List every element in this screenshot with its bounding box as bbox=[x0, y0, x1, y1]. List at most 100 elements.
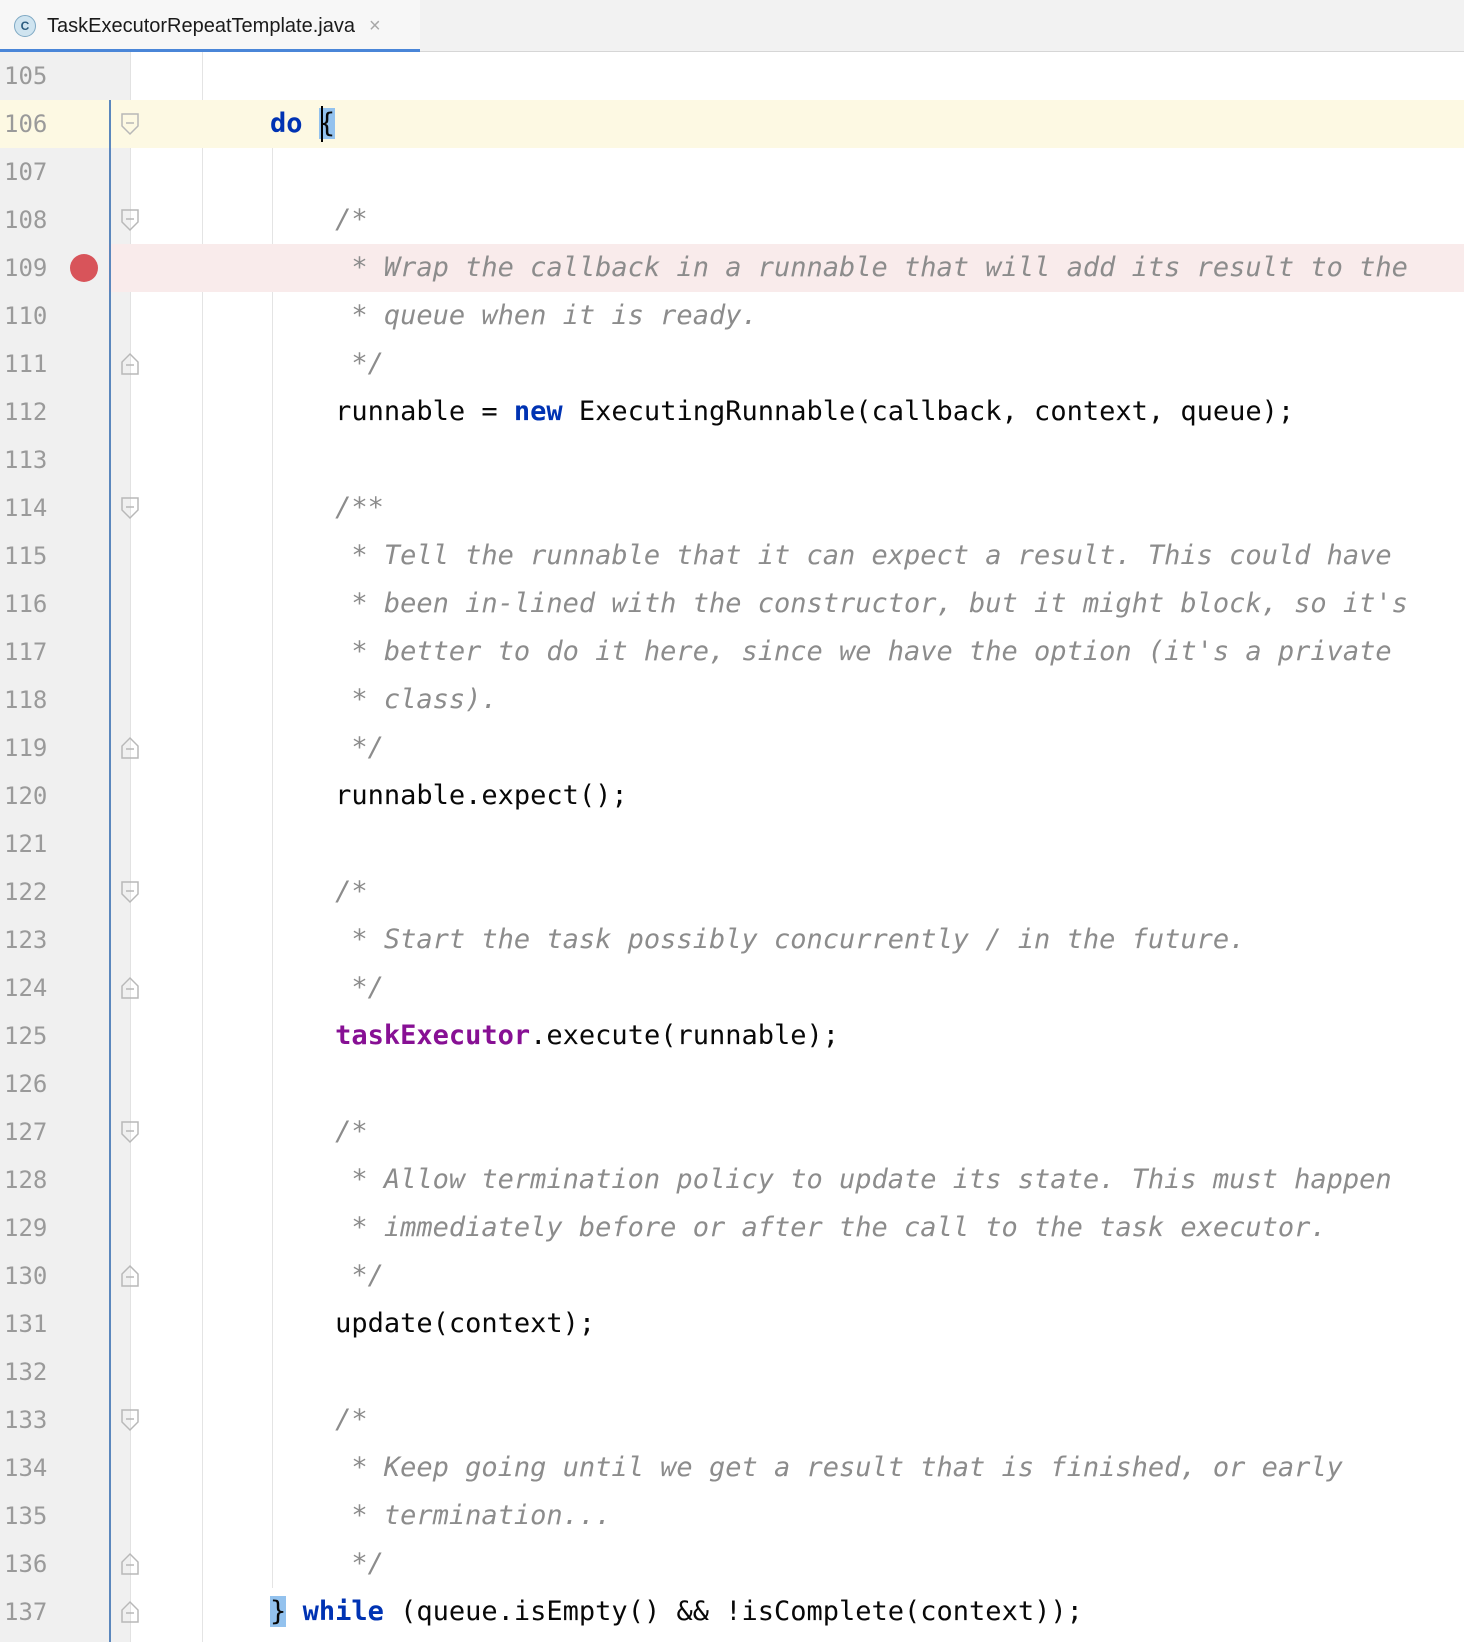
code-line[interactable]: 123 * Start the task possibly concurrent… bbox=[0, 916, 1464, 964]
code-line[interactable]: 113 bbox=[0, 436, 1464, 484]
comment-token: /* bbox=[335, 204, 368, 235]
fold-end-icon[interactable] bbox=[120, 351, 140, 377]
code-line[interactable]: 105 bbox=[0, 52, 1464, 100]
code-line[interactable]: 117 * better to do it here, since we hav… bbox=[0, 628, 1464, 676]
code-line[interactable]: 115 * Tell the runnable that it can expe… bbox=[0, 532, 1464, 580]
fold-end-icon[interactable] bbox=[120, 1599, 140, 1625]
code-line[interactable]: 109 * Wrap the callback in a runnable th… bbox=[0, 244, 1464, 292]
vcs-change-marker[interactable] bbox=[109, 100, 111, 1642]
fold-collapse-icon[interactable] bbox=[120, 1407, 140, 1433]
code-line[interactable]: 134 * Keep going until we get a result t… bbox=[0, 1444, 1464, 1492]
fold-collapse-icon[interactable] bbox=[120, 495, 140, 521]
code-line[interactable]: 130 */ bbox=[0, 1252, 1464, 1300]
line-number: 134 bbox=[4, 1454, 48, 1482]
line-number: 135 bbox=[4, 1502, 48, 1530]
class-icon: C bbox=[14, 15, 36, 37]
code-line[interactable]: 106 do { bbox=[0, 100, 1464, 148]
code-line[interactable]: 120 runnable.expect(); bbox=[0, 772, 1464, 820]
code-line[interactable]: 107 bbox=[0, 148, 1464, 196]
code-text: } while (queue.isEmpty() && !isComplete(… bbox=[140, 1588, 1083, 1636]
keyword-token: do bbox=[270, 108, 303, 139]
fold-end-icon[interactable] bbox=[120, 735, 140, 761]
code-text: /* bbox=[140, 1396, 368, 1444]
fold-end-icon[interactable] bbox=[120, 1551, 140, 1577]
comment-token: * queue when it is ready. bbox=[351, 300, 758, 331]
comment-token: /** bbox=[335, 492, 384, 523]
code-line[interactable]: 125 taskExecutor.execute(runnable); bbox=[0, 1012, 1464, 1060]
code-line[interactable]: 111 */ bbox=[0, 340, 1464, 388]
code-line[interactable]: 127 /* bbox=[0, 1108, 1464, 1156]
code-text: * immediately before or after the call t… bbox=[140, 1204, 1326, 1252]
close-icon[interactable]: × bbox=[369, 16, 381, 36]
code-line[interactable]: 136 */ bbox=[0, 1540, 1464, 1588]
comment-token: * better to do it here, since we have th… bbox=[351, 636, 1392, 667]
code-line[interactable]: 124 */ bbox=[0, 964, 1464, 1012]
line-number: 108 bbox=[4, 206, 48, 234]
code-text: */ bbox=[140, 724, 384, 772]
code-line[interactable]: 132 bbox=[0, 1348, 1464, 1396]
code-token: (queue.isEmpty() && !isComplete(context)… bbox=[383, 1596, 1083, 1627]
code-line[interactable]: 121 bbox=[0, 820, 1464, 868]
fold-collapse-icon[interactable] bbox=[120, 111, 140, 137]
code-token: .execute(runnable); bbox=[530, 1020, 840, 1051]
keyword-token: new bbox=[513, 396, 563, 427]
tab-task-executor-repeat-template[interactable]: C TaskExecutorRepeatTemplate.java × bbox=[0, 0, 420, 53]
line-number: 117 bbox=[4, 638, 48, 666]
fold-collapse-icon[interactable] bbox=[120, 879, 140, 905]
code-line[interactable]: 135 * termination... bbox=[0, 1492, 1464, 1540]
code-text: /* bbox=[140, 1108, 368, 1156]
line-number: 105 bbox=[4, 62, 48, 90]
code-line[interactable]: 137 } while (queue.isEmpty() && !isCompl… bbox=[0, 1588, 1464, 1636]
code-text: /** bbox=[140, 484, 384, 532]
code-editor[interactable]: 105 106 do {107 108 /* 109 * Wrap the callb… bbox=[0, 52, 1464, 1642]
comment-token: */ bbox=[351, 1548, 384, 1579]
code-text: * been in-lined with the constructor, bu… bbox=[140, 580, 1408, 628]
code-line[interactable]: 116 * been in-lined with the constructor… bbox=[0, 580, 1464, 628]
line-number: 116 bbox=[4, 590, 48, 618]
comment-token: * Tell the runnable that it can expect a… bbox=[351, 540, 1392, 571]
comment-token: * termination... bbox=[351, 1500, 612, 1531]
code-line[interactable]: 129 * immediately before or after the ca… bbox=[0, 1204, 1464, 1252]
code-line[interactable]: 112 runnable = new ExecutingRunnable(cal… bbox=[0, 388, 1464, 436]
code-text: * Tell the runnable that it can expect a… bbox=[140, 532, 1392, 580]
code-line[interactable]: 119 */ bbox=[0, 724, 1464, 772]
code-token: runnable.expect(); bbox=[140, 780, 628, 811]
line-number: 133 bbox=[4, 1406, 48, 1434]
code-line[interactable]: 126 bbox=[0, 1060, 1464, 1108]
line-number: 124 bbox=[4, 974, 48, 1002]
comment-token: * Wrap the callback in a runnable that w… bbox=[351, 252, 1408, 283]
fold-collapse-icon[interactable] bbox=[120, 1119, 140, 1145]
line-number: 129 bbox=[4, 1214, 48, 1242]
code-line[interactable]: 114 /** bbox=[0, 484, 1464, 532]
line-number: 121 bbox=[4, 830, 48, 858]
fold-end-icon[interactable] bbox=[120, 1263, 140, 1289]
line-number: 109 bbox=[4, 254, 48, 282]
code-line[interactable]: 110 * queue when it is ready. bbox=[0, 292, 1464, 340]
code-text: update(context); bbox=[140, 1300, 595, 1348]
code-text: runnable = new ExecutingRunnable(callbac… bbox=[140, 388, 1294, 436]
breakpoint-icon[interactable] bbox=[70, 254, 98, 282]
code-text: runnable.expect(); bbox=[140, 772, 628, 820]
code-line[interactable]: 122 /* bbox=[0, 868, 1464, 916]
code-line[interactable]: 131 update(context); bbox=[0, 1300, 1464, 1348]
line-number: 123 bbox=[4, 926, 48, 954]
fold-collapse-icon[interactable] bbox=[120, 207, 140, 233]
code-line[interactable]: 118 * class). bbox=[0, 676, 1464, 724]
code-line[interactable]: 108 /* bbox=[0, 196, 1464, 244]
code-line[interactable]: 133 /* bbox=[0, 1396, 1464, 1444]
code-line[interactable]: 128 * Allow termination policy to update… bbox=[0, 1156, 1464, 1204]
fold-end-icon[interactable] bbox=[120, 975, 140, 1001]
